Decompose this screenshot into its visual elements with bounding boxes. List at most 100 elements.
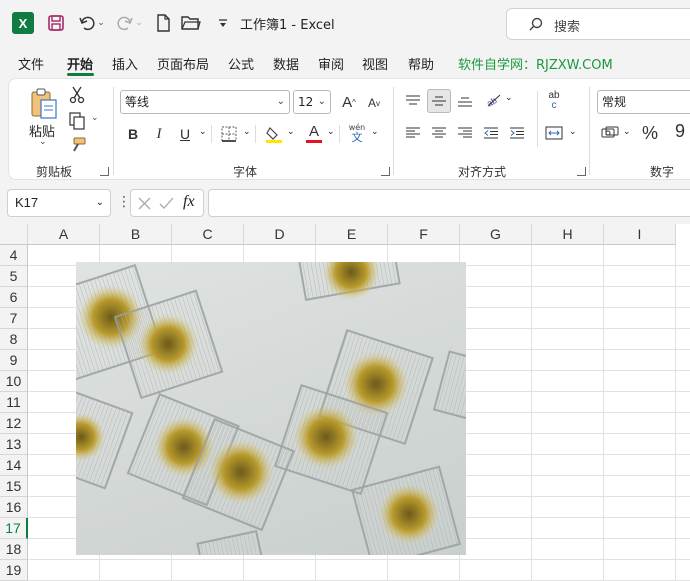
row-header-13[interactable]: 13 <box>0 434 28 455</box>
row-header-11[interactable]: 11 <box>0 392 28 413</box>
borders-dropdown-icon[interactable]: ⌄ <box>243 127 251 137</box>
fill-color-dropdown-icon[interactable]: ⌄ <box>287 127 295 137</box>
undo-icon[interactable] <box>76 12 98 34</box>
underline-dropdown-icon[interactable]: ⌄ <box>199 127 207 137</box>
tab-formulas[interactable]: 公式 <box>228 54 254 73</box>
clipboard-launcher-icon[interactable] <box>100 167 109 176</box>
merge-dropdown-icon[interactable]: ⌄ <box>569 127 577 137</box>
enter-icon[interactable] <box>159 197 174 210</box>
fill-color-icon[interactable] <box>263 123 285 145</box>
name-box[interactable]: K17 ⌄ <box>7 189 111 217</box>
row-header-9[interactable]: 9 <box>0 350 28 371</box>
row-header-6[interactable]: 6 <box>0 287 28 308</box>
save-icon[interactable] <box>45 12 67 34</box>
paste-icon[interactable] <box>27 87 61 121</box>
row-header-15[interactable]: 15 <box>0 476 28 497</box>
align-middle-icon[interactable] <box>427 89 451 113</box>
insert-function-icon[interactable]: fx <box>183 193 195 211</box>
format-painter-icon[interactable] <box>67 135 87 155</box>
column-header-b[interactable]: B <box>100 224 172 245</box>
align-bottom-icon[interactable] <box>455 91 475 111</box>
column-header-f[interactable]: F <box>388 224 460 245</box>
borders-icon[interactable] <box>219 123 239 145</box>
font-size-select[interactable]: 12 ⌄ <box>293 90 331 114</box>
tab-insert[interactable]: 插入 <box>112 54 138 73</box>
font-launcher-icon[interactable] <box>381 167 390 176</box>
row-header-14[interactable]: 14 <box>0 455 28 476</box>
align-center-icon[interactable] <box>429 123 449 143</box>
accounting-format-icon[interactable] <box>599 123 621 143</box>
row-header-10[interactable]: 10 <box>0 371 28 392</box>
row-header-16[interactable]: 16 <box>0 497 28 518</box>
row-header-5[interactable]: 5 <box>0 266 28 287</box>
decrease-font-size-button[interactable]: Av <box>364 93 384 113</box>
orientation-icon[interactable]: ab <box>483 89 505 111</box>
more-options-icon[interactable]: ⋮ <box>117 194 131 210</box>
customize-qat-icon[interactable] <box>212 12 234 34</box>
phonetic-dropdown-icon[interactable]: ⌄ <box>371 127 379 137</box>
font-color-button[interactable]: A <box>303 121 325 145</box>
phonetic-guide-button[interactable]: wén 文 <box>345 121 369 145</box>
column-header-a[interactable]: A <box>28 224 100 245</box>
column-header-g[interactable]: G <box>460 224 532 245</box>
paste-dropdown-icon[interactable]: ⌄ <box>39 137 47 147</box>
select-all-corner[interactable] <box>0 224 28 245</box>
wrap-text-button[interactable]: ab c <box>543 89 565 113</box>
number-format-select[interactable]: 常规 <box>597 90 690 114</box>
column-header-c[interactable]: C <box>172 224 244 245</box>
search-box[interactable]: 搜索 <box>506 8 690 40</box>
tab-page-layout[interactable]: 页面布局 <box>157 54 209 73</box>
copy-dropdown-icon[interactable]: ⌄ <box>91 113 99 123</box>
accounting-dropdown-icon[interactable]: ⌄ <box>623 127 631 137</box>
worksheet-grid[interactable]: ABCDEFGHI 4 5 6 7 8 9 10 11 12 13 14 15 16 17 18 19 <box>0 224 690 581</box>
alignment-launcher-icon[interactable] <box>577 167 586 176</box>
row-header-17[interactable]: 17 <box>0 518 28 539</box>
number-group-label: 数字 <box>650 165 675 179</box>
align-left-icon[interactable] <box>403 123 423 143</box>
tab-help[interactable]: 帮助 <box>408 54 434 73</box>
tab-review[interactable]: 审阅 <box>318 54 344 73</box>
column-header-d[interactable]: D <box>244 224 316 245</box>
increase-font-size-button[interactable]: A ^ <box>339 91 359 113</box>
comma-style-button[interactable]: 9 <box>669 119 690 143</box>
open-folder-icon[interactable] <box>180 12 202 34</box>
cancel-icon[interactable] <box>138 197 151 210</box>
row-header-8[interactable]: 8 <box>0 329 28 350</box>
percent-style-button[interactable]: % <box>639 121 661 145</box>
tab-view[interactable]: 视图 <box>362 54 388 73</box>
cut-icon[interactable] <box>67 85 87 105</box>
tab-file[interactable]: 文件 <box>18 54 44 73</box>
increase-indent-icon[interactable] <box>507 123 527 143</box>
underline-button[interactable]: U <box>175 123 195 145</box>
decrease-indent-icon[interactable] <box>481 123 501 143</box>
copy-icon[interactable] <box>67 111 87 131</box>
column-header-e[interactable]: E <box>316 224 388 245</box>
column-header-h[interactable]: H <box>532 224 604 245</box>
bold-button[interactable]: B <box>123 123 143 145</box>
undo-dropdown-icon[interactable]: ⌄ <box>96 12 106 34</box>
row-header-19[interactable]: 19 <box>0 560 28 581</box>
gridline-horizontal <box>28 559 690 560</box>
font-name-select[interactable]: 等线 ⌄ <box>120 90 290 114</box>
tab-home[interactable]: 开始 <box>67 54 93 73</box>
row-header-4[interactable]: 4 <box>0 245 28 266</box>
redo-dropdown-icon[interactable]: ⌄ <box>134 12 144 34</box>
diatom-cell-8 <box>76 386 134 490</box>
italic-button[interactable]: I <box>149 123 169 145</box>
column-header-i[interactable]: I <box>604 224 676 245</box>
merge-center-icon[interactable] <box>543 123 565 143</box>
inserted-picture[interactable] <box>76 262 466 555</box>
align-right-icon[interactable] <box>455 123 475 143</box>
row-header-7[interactable]: 7 <box>0 308 28 329</box>
row-header-12[interactable]: 12 <box>0 413 28 434</box>
alignment-group-label: 对齐方式 <box>458 165 507 179</box>
redo-icon[interactable] <box>114 12 136 34</box>
new-file-icon[interactable] <box>152 12 174 34</box>
formula-input[interactable] <box>208 189 690 217</box>
tab-data[interactable]: 数据 <box>273 54 299 73</box>
orientation-dropdown-icon[interactable]: ⌄ <box>505 93 513 103</box>
font-color-dropdown-icon[interactable]: ⌄ <box>327 127 335 137</box>
align-top-icon[interactable] <box>403 91 423 111</box>
row-header-18[interactable]: 18 <box>0 539 28 560</box>
excel-logo-icon: X <box>12 12 34 34</box>
